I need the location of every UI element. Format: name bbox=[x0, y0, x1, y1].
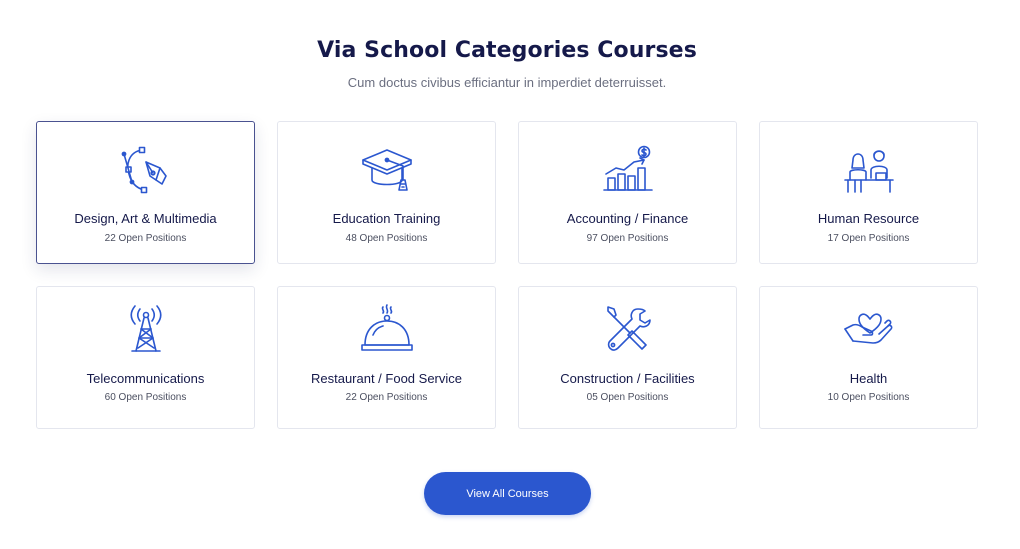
pen-tool-icon bbox=[118, 146, 174, 194]
cloche-icon bbox=[359, 304, 415, 353]
category-card-education[interactable]: Education Training 48 Open Positions bbox=[277, 121, 496, 264]
category-positions: 97 Open Positions bbox=[586, 233, 669, 244]
category-title: Education Training bbox=[332, 211, 441, 226]
category-positions: 60 Open Positions bbox=[104, 392, 187, 403]
graduation-cap-icon bbox=[359, 146, 415, 194]
category-positions: 22 Open Positions bbox=[104, 233, 187, 244]
bar-chart-dollar-icon bbox=[600, 145, 656, 194]
category-title: Health bbox=[849, 371, 888, 386]
people-at-desk-icon bbox=[841, 146, 897, 194]
category-title: Human Resource bbox=[817, 211, 920, 226]
category-title: Design, Art & Multimedia bbox=[74, 211, 217, 226]
category-card-accounting[interactable]: Accounting / Finance 97 Open Positions bbox=[518, 121, 737, 264]
category-card-telecommunications[interactable]: Telecommunications 60 Open Positions bbox=[36, 286, 255, 429]
wrench-screwdriver-icon bbox=[600, 305, 656, 353]
category-title: Construction / Facilities bbox=[560, 371, 695, 386]
category-card-construction[interactable]: Construction / Facilities 05 Open Positi… bbox=[518, 286, 737, 429]
category-title: Accounting / Finance bbox=[566, 211, 689, 226]
category-positions: 17 Open Positions bbox=[827, 233, 910, 244]
view-all-courses-button[interactable]: View All Courses bbox=[424, 472, 591, 515]
category-positions: 05 Open Positions bbox=[586, 392, 669, 403]
category-card-health[interactable]: Health 10 Open Positions bbox=[759, 286, 978, 429]
category-positions: 10 Open Positions bbox=[827, 392, 910, 403]
heart-hand-icon bbox=[841, 305, 897, 353]
section-subtitle: Cum doctus civibus efficiantur in imperd… bbox=[347, 75, 667, 90]
category-positions: 48 Open Positions bbox=[345, 233, 428, 244]
category-card-human-resource[interactable]: Human Resource 17 Open Positions bbox=[759, 121, 978, 264]
radio-tower-icon bbox=[118, 305, 174, 353]
category-title: Telecommunications bbox=[86, 371, 205, 386]
categories-grid: Design, Art & Multimedia 22 Open Positio… bbox=[36, 121, 978, 429]
category-positions: 22 Open Positions bbox=[345, 392, 428, 403]
category-card-restaurant[interactable]: Restaurant / Food Service 22 Open Positi… bbox=[277, 286, 496, 429]
section-title: Via School Categories Courses bbox=[317, 38, 697, 63]
category-card-design[interactable]: Design, Art & Multimedia 22 Open Positio… bbox=[36, 121, 255, 264]
category-title: Restaurant / Food Service bbox=[310, 371, 463, 386]
